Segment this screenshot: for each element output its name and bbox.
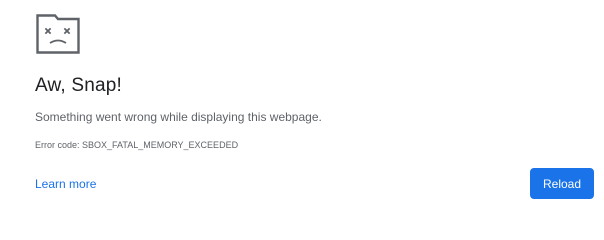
page-title: Aw, Snap!	[35, 75, 123, 96]
sad-tab-icon	[36, 14, 80, 54]
error-page: Aw, Snap! Something went wrong while dis…	[0, 0, 604, 216]
learn-more-link[interactable]: Learn more	[35, 177, 96, 191]
error-message: Something went wrong while displaying th…	[35, 110, 322, 124]
reload-button[interactable]: Reload	[530, 168, 594, 199]
error-code: Error code: SBOX_FATAL_MEMORY_EXCEEDED	[35, 140, 239, 150]
